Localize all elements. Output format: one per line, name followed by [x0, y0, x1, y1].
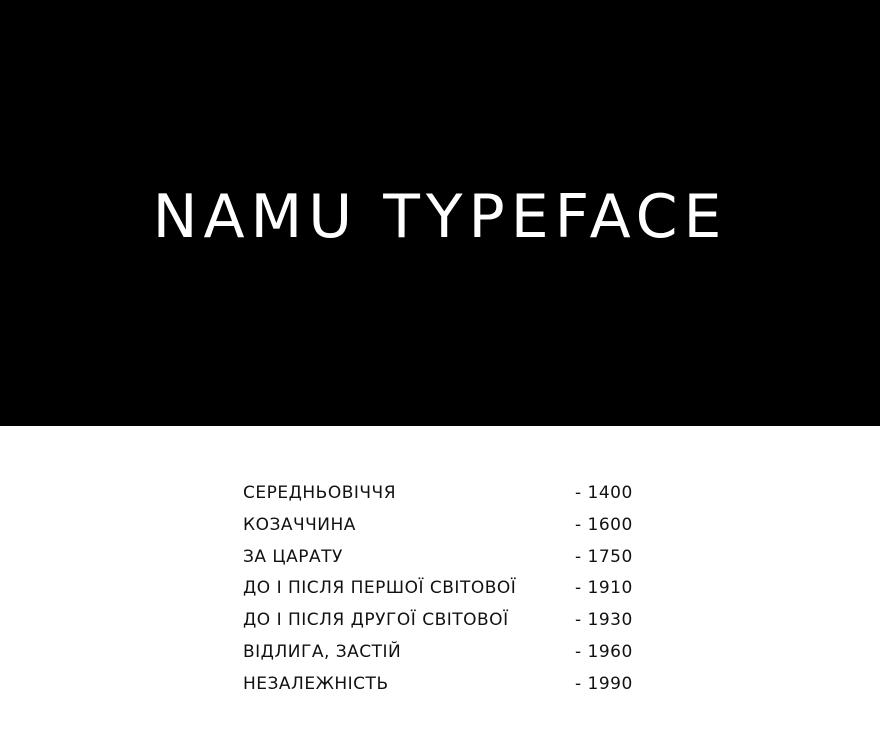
period-row: За царату - 1750	[243, 542, 643, 574]
period-name: За царату	[243, 546, 343, 567]
period-name: До і після Першої світової	[243, 578, 517, 599]
period-year: - 1750	[575, 546, 633, 567]
typeface-title: NAMU TYPEFACE	[152, 182, 728, 252]
period-year: - 1990	[575, 673, 633, 694]
period-name: До і після Другої світової	[243, 610, 509, 631]
period-list: Середньовіччя - 1400 Козаччина - 1600 За…	[243, 478, 643, 701]
period-year: - 1930	[575, 610, 633, 631]
period-year: - 1910	[575, 578, 633, 599]
period-name: Козаччина	[243, 514, 356, 535]
hero-banner: NAMU TYPEFACE	[0, 0, 880, 426]
period-name: Середньовіччя	[243, 483, 397, 503]
period-row: До і після Першої світової - 1910	[243, 573, 643, 605]
period-row: Незалежність - 1990	[243, 669, 643, 701]
period-name: Відлига, застій	[243, 641, 402, 662]
period-name: Незалежність	[243, 673, 389, 694]
period-row: Середньовіччя - 1400	[243, 478, 643, 510]
period-row: До і після Другої світової - 1930	[243, 605, 643, 637]
period-row: Козаччина - 1600	[243, 510, 643, 542]
period-year: - 1400	[575, 483, 633, 503]
period-year: - 1600	[575, 514, 633, 535]
period-year: - 1960	[575, 641, 633, 662]
period-row: Відлига, застій - 1960	[243, 637, 643, 669]
